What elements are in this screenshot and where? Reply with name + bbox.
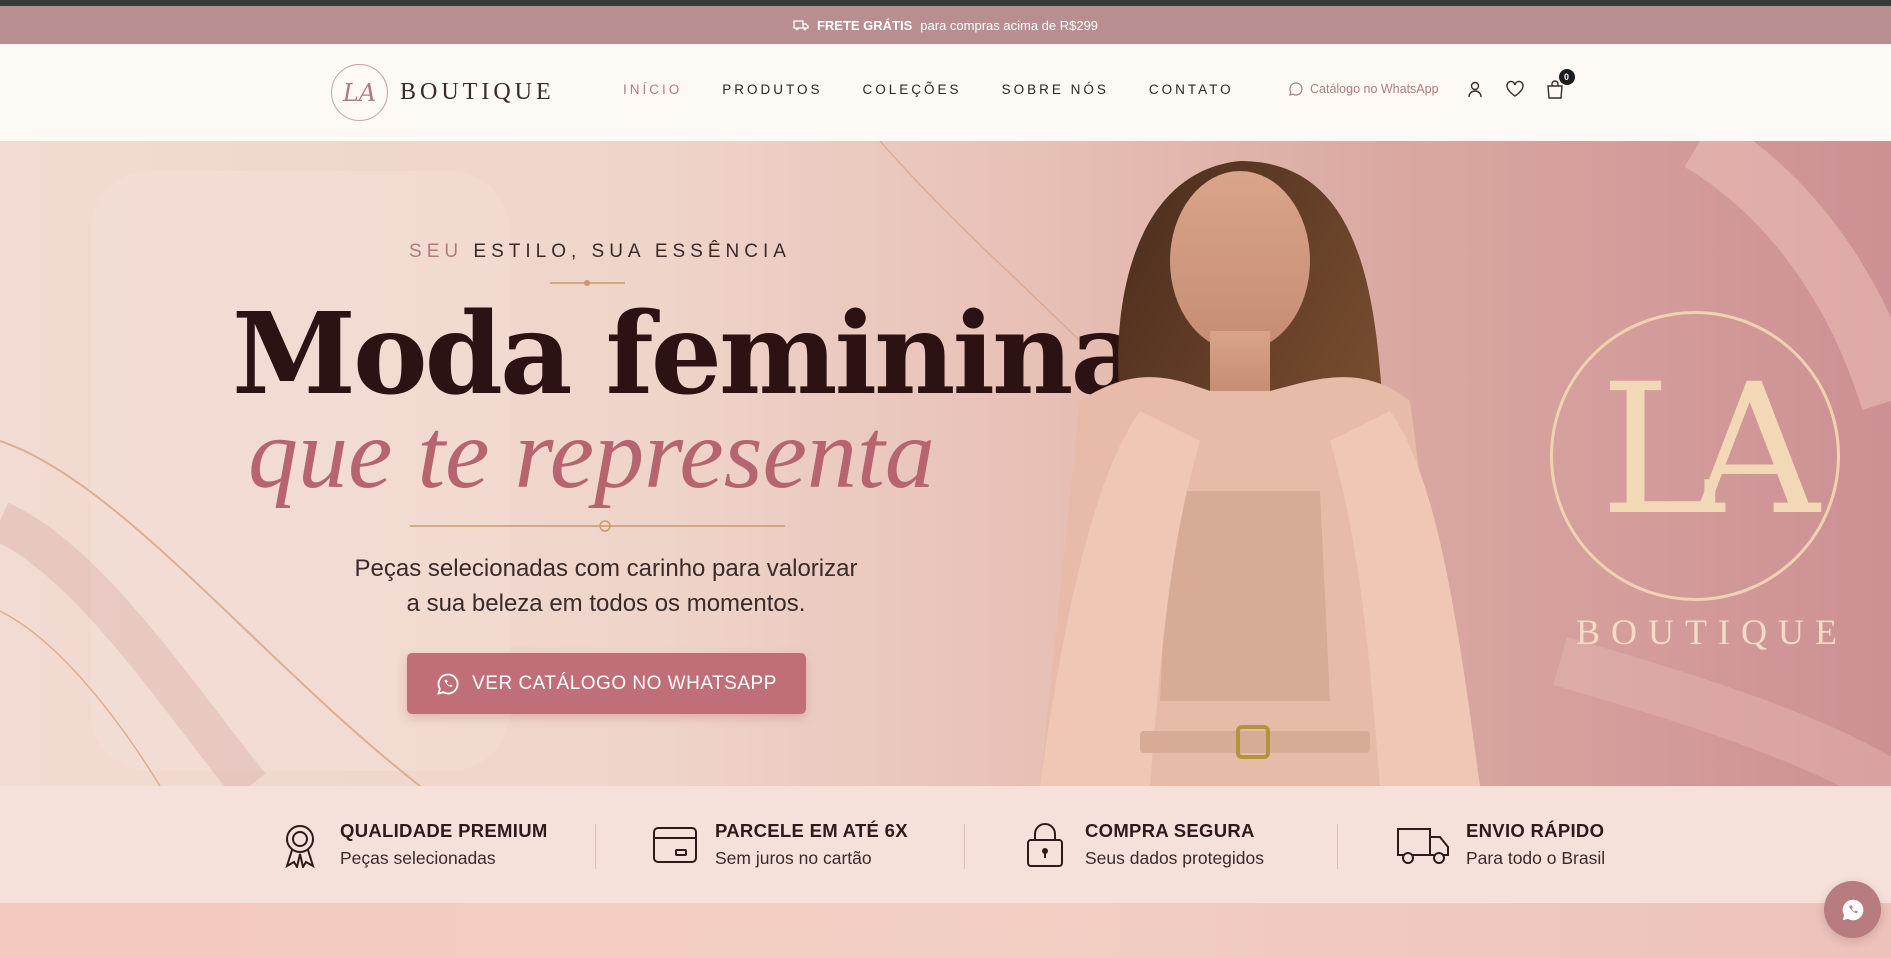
nav-inicio[interactable]: INÍCIO xyxy=(623,82,682,97)
announcement-text: para compras acima de R$299 xyxy=(920,17,1099,33)
truck-icon xyxy=(1396,821,1450,869)
whatsapp-catalog-label: Catálogo no WhatsApp xyxy=(1310,82,1439,96)
announcement-bold: FRETE GRÁTIS xyxy=(816,17,913,33)
heart-icon xyxy=(1505,80,1524,97)
feature-title: ENVIO RÁPIDO xyxy=(1466,820,1605,841)
hero-banner: SEU ESTILO, SUA ESSÊNCIA Moda feminina q… xyxy=(0,141,1891,786)
logo-monogram: LA xyxy=(331,64,388,121)
feature-divider xyxy=(595,824,596,869)
eyebrow-accent: SEU xyxy=(409,241,464,262)
whatsapp-catalog-button[interactable]: VER CATÁLOGO NO WHATSAPP xyxy=(407,653,806,714)
feature-subtitle: Peças selecionadas xyxy=(340,848,496,868)
feature-installments: PARCELE EM ATÉ 6X Sem juros no cartão xyxy=(651,820,908,869)
hero-subtitle-line2: a sua beleza em todos os momentos. xyxy=(406,590,806,617)
whatsapp-catalog-button-label: VER CATÁLOGO NO WHATSAPP xyxy=(472,672,777,694)
model-photo xyxy=(1040,161,1480,786)
whatsapp-icon xyxy=(437,673,459,695)
la-badge-wordmark: BOUTIQUE xyxy=(1576,612,1848,652)
feature-title: PARCELE EM ATÉ 6X xyxy=(715,820,908,841)
nav-produtos[interactable]: PRODUTOS xyxy=(722,82,822,97)
hero-subtitle: Peças selecionadas com carinho para valo… xyxy=(306,551,906,621)
feature-secure: COMPRA SEGURA Seus dados protegidos xyxy=(1021,820,1264,869)
la-badge-monogram: LA xyxy=(1600,346,1819,555)
award-icon xyxy=(276,821,324,869)
nav-colecoes[interactable]: COLEÇÕES xyxy=(863,82,962,97)
cart-button[interactable]: 0 xyxy=(1543,69,1575,101)
feature-title: QUALIDADE PREMIUM xyxy=(340,820,548,841)
next-section-preview xyxy=(0,903,1891,958)
features-bar: QUALIDADE PREMIUM Peças selecionadas PAR… xyxy=(0,786,1891,903)
announcement-bar: FRETE GRÁTIS para compras acima de R$299 xyxy=(0,6,1891,44)
credit-card-icon xyxy=(651,821,699,869)
main-nav: INÍCIO PRODUTOS COLEÇÕES SOBRE NÓS CONTA… xyxy=(623,82,1234,97)
hero-subtitle-line1: Peças selecionadas com carinho para valo… xyxy=(354,555,858,582)
feature-subtitle: Seus dados protegidos xyxy=(1085,848,1265,868)
feature-quality: QUALIDADE PREMIUM Peças selecionadas xyxy=(276,820,548,869)
feature-subtitle: Sem juros no cartão xyxy=(715,848,872,868)
cart-count-badge: 0 xyxy=(1558,69,1575,85)
feature-divider xyxy=(964,824,965,869)
account-button[interactable] xyxy=(1463,77,1487,101)
hero-title-line2: que te representa xyxy=(248,398,935,509)
floating-chat-button[interactable] xyxy=(1824,881,1881,938)
user-icon xyxy=(1467,81,1482,98)
feature-divider xyxy=(1337,824,1338,869)
feature-subtitle: Para todo o Brasil xyxy=(1466,848,1606,868)
brand-logo[interactable]: LA BOUTIQUE xyxy=(331,64,555,121)
nav-sobre-nos[interactable]: SOBRE NÓS xyxy=(1002,82,1109,97)
feature-title: COMPRA SEGURA xyxy=(1085,820,1255,841)
lock-icon xyxy=(1021,821,1069,869)
feature-shipping: ENVIO RÁPIDO Para todo o Brasil xyxy=(1396,820,1605,869)
header-actions: Catálogo no WhatsApp 0 xyxy=(1288,69,1575,101)
wishlist-button[interactable] xyxy=(1503,77,1527,101)
site-header: LA BOUTIQUE INÍCIO PRODUTOS COLEÇÕES SOB… xyxy=(0,44,1891,141)
truck-icon xyxy=(793,20,809,31)
eyebrow-rest: ESTILO, SUA ESSÊNCIA xyxy=(473,241,791,262)
nav-contato[interactable]: CONTATO xyxy=(1149,82,1234,97)
chat-bubble-icon xyxy=(1289,82,1303,96)
logo-wordmark: BOUTIQUE xyxy=(400,79,555,105)
whatsapp-icon xyxy=(1842,899,1863,920)
whatsapp-catalog-link[interactable]: Catálogo no WhatsApp xyxy=(1288,81,1439,97)
